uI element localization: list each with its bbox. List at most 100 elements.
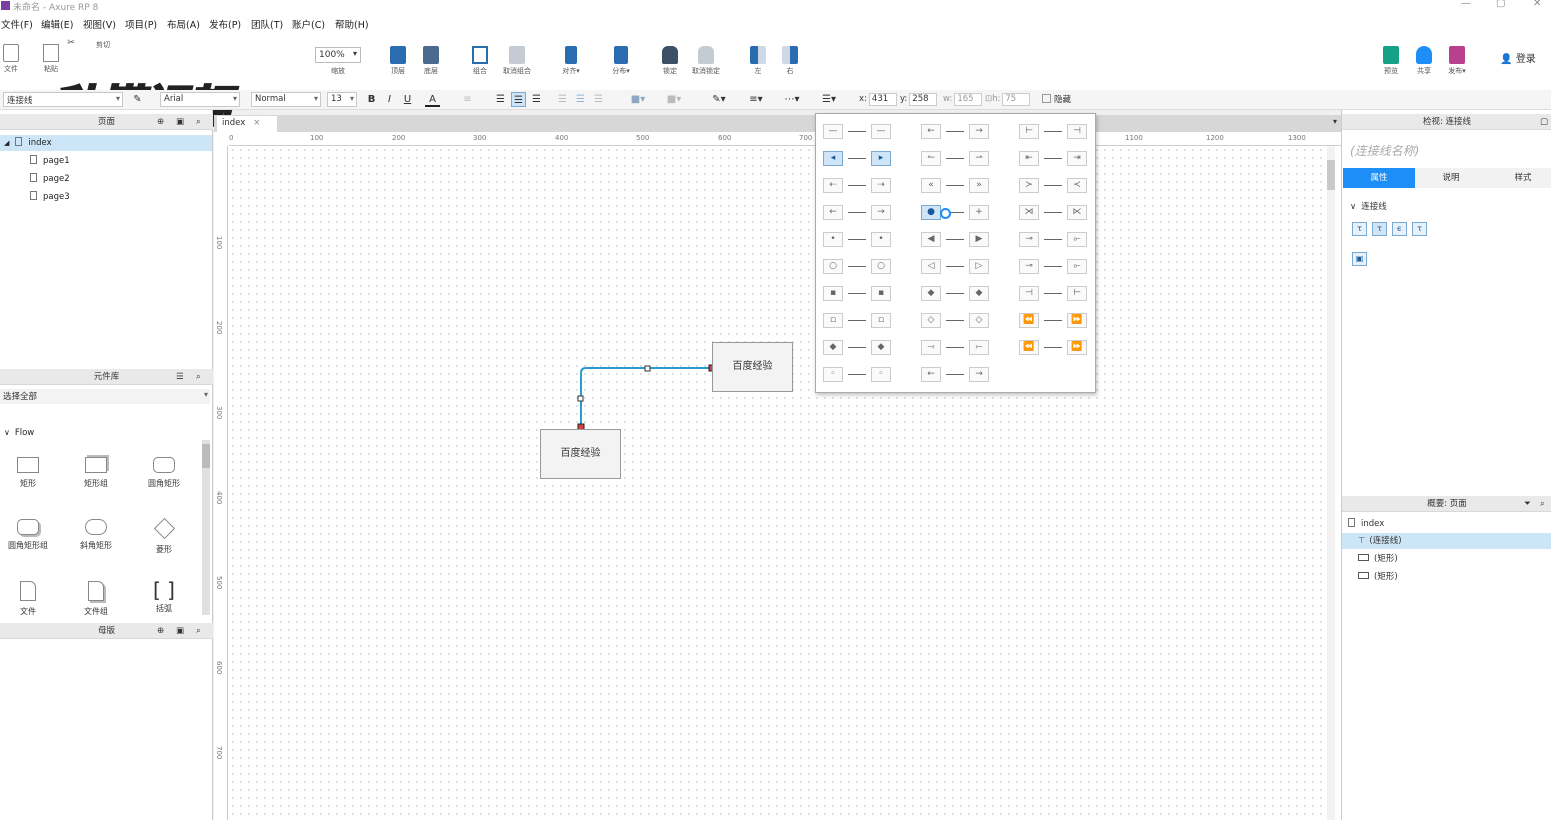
arrow-end-option[interactable]: ▸ — [871, 151, 891, 166]
connector-type-straight-icon[interactable]: τ — [1352, 222, 1367, 236]
arrow-start-option[interactable]: ⊸ — [1019, 232, 1039, 247]
rectangle-shape[interactable]: 百度经验 — [712, 342, 793, 392]
connector-type-other-icon[interactable]: τ — [1412, 222, 1427, 236]
connector-type-curve-icon[interactable]: ϵ — [1392, 222, 1407, 236]
arrow-line-preview — [1044, 347, 1062, 348]
arrow-end-option[interactable]: → — [969, 367, 989, 382]
arrow-start-option[interactable]: ▪ — [823, 286, 843, 301]
arrow-line-preview — [848, 374, 866, 375]
arrow-start-option[interactable]: ⏪ — [1019, 313, 1039, 328]
arrow-end-option[interactable]: → — [871, 205, 891, 220]
arrow-line-preview — [946, 158, 964, 159]
connector-icon: ⊤ — [1358, 536, 1366, 546]
arrow-line-preview — [848, 158, 866, 159]
arrow-start-option[interactable]: ≻ — [1019, 178, 1039, 193]
arrow-end-option[interactable]: ◆ — [871, 340, 891, 355]
arrow-start-option[interactable]: ⏪ — [1019, 340, 1039, 355]
rectangle-icon — [1358, 572, 1369, 579]
arrow-start-option[interactable]: ◆ — [823, 340, 843, 355]
arrow-start-option[interactable]: ← — [921, 367, 941, 382]
arrow-end-option[interactable]: ⟜ — [1067, 232, 1087, 247]
arrow-style-dropdown: — — ← → ⊢ ⊣ ◂ ▸ ↼ ⇀ ⇤ ⇥ ⇠ ⇢ « » ≻ ≺ ← → ● + ⋊ ⋉ • • ◀ ▶ ⊸ ⟜ ○ ○ ◁ ▷ ⊸ ⟜ ▪ ▪ ◆ ◆… — [815, 113, 1096, 393]
arrow-start-option[interactable]: ← — [921, 124, 941, 139]
rectangle-icon — [1358, 554, 1369, 561]
outline-item-rectangle[interactable]: (矩形) — [1342, 569, 1551, 585]
arrow-end-option[interactable]: ⊣ — [1067, 124, 1087, 139]
arrow-end-option[interactable]: — — [871, 124, 891, 139]
arrow-end-option[interactable]: ⇢ — [871, 178, 891, 193]
arrow-end-option[interactable]: » — [969, 178, 989, 193]
arrow-start-option[interactable]: — — [823, 124, 843, 139]
arrow-start-option[interactable]: ◆ — [921, 286, 941, 301]
arrow-end-option[interactable]: ⋉ — [1067, 205, 1087, 220]
arrow-line-preview — [1044, 185, 1062, 186]
arrow-end-option[interactable]: ⏩ — [1067, 313, 1087, 328]
arrow-end-option[interactable]: + — [969, 205, 989, 220]
filter-icon[interactable]: ⏷ — [1524, 496, 1531, 512]
arrow-start-option[interactable]: « — [921, 178, 941, 193]
outline-item-rectangle[interactable]: (矩形) — [1342, 551, 1551, 567]
rectangle-shape[interactable]: 百度经验 — [540, 429, 621, 479]
connector-midpoint-handle[interactable] — [577, 395, 584, 402]
connector-layer — [577, 364, 716, 431]
tab-notes[interactable]: 说明 — [1415, 168, 1487, 188]
arrow-end-option[interactable]: ⤚ — [969, 340, 989, 355]
arrow-end-option[interactable]: ▫ — [871, 313, 891, 328]
arrow-end-option[interactable]: ◇ — [969, 313, 989, 328]
arrow-end-option[interactable]: ⟜ — [1067, 259, 1087, 274]
arrow-end-option[interactable]: ▪ — [871, 286, 891, 301]
arrow-end-option[interactable]: ▶ — [969, 232, 989, 247]
tab-properties[interactable]: 属性 — [1343, 168, 1415, 188]
arrow-line-preview — [946, 347, 964, 348]
search-icon[interactable]: ⌕ — [1540, 496, 1545, 512]
arrow-start-option[interactable]: • — [823, 232, 843, 247]
arrow-end-option[interactable]: ⇥ — [1067, 151, 1087, 166]
arrow-line-preview — [946, 185, 964, 186]
tab-style[interactable]: 样式 — [1487, 168, 1551, 188]
arrow-end-option[interactable]: ▷ — [969, 259, 989, 274]
arrow-end-option[interactable]: → — [969, 124, 989, 139]
arrow-end-option[interactable]: ○ — [871, 259, 891, 274]
arrow-line-preview — [946, 131, 964, 132]
arrow-start-option[interactable]: ⋊ — [1019, 205, 1039, 220]
connector-line[interactable] — [580, 367, 712, 427]
arrow-end-option[interactable]: ⊢ — [1067, 286, 1087, 301]
arrow-start-option[interactable]: ↼ — [921, 151, 941, 166]
arrow-end-option[interactable]: ⏩ — [1067, 340, 1087, 355]
outline-root[interactable]: index — [1342, 516, 1551, 532]
connector-settings-icon[interactable]: ▣ — [1352, 252, 1367, 266]
arrow-line-preview — [848, 239, 866, 240]
arrow-end-option[interactable]: • — [871, 232, 891, 247]
arrow-start-option[interactable]: ◂ — [823, 151, 843, 166]
arrow-start-option[interactable]: ○ — [823, 259, 843, 274]
outline-item-connector[interactable]: ⊤ (连接线) — [1342, 533, 1551, 549]
arrow-end-option[interactable]: ◦ — [871, 367, 891, 382]
connector-type-elbow-icon[interactable]: τ — [1372, 222, 1387, 236]
connector-midpoint-handle[interactable] — [644, 365, 651, 372]
arrow-line-preview — [848, 212, 866, 213]
arrow-end-option[interactable]: ⇀ — [969, 151, 989, 166]
arrow-start-option[interactable]: ▫ — [823, 313, 843, 328]
arrow-start-option[interactable]: ⇠ — [823, 178, 843, 193]
arrow-end-option[interactable]: ◆ — [969, 286, 989, 301]
arrow-start-option[interactable]: ← — [823, 205, 843, 220]
connector-section[interactable]: ∨ 连接线 — [1350, 200, 1387, 212]
arrow-start-option[interactable]: ⊢ — [1019, 124, 1039, 139]
arrow-start-option[interactable]: ◇ — [921, 313, 941, 328]
arrow-line-preview — [946, 266, 964, 267]
arrow-line-preview — [1044, 293, 1062, 294]
arrow-start-option[interactable]: ◀ — [921, 232, 941, 247]
arrow-start-option[interactable]: ⊣ — [1019, 286, 1039, 301]
cursor-indicator-icon — [940, 208, 951, 219]
arrow-start-option[interactable]: ⇤ — [1019, 151, 1039, 166]
arrow-start-option[interactable]: ◦ — [823, 367, 843, 382]
connector-name-input[interactable]: (连接线名称) — [1350, 142, 1419, 159]
arrow-start-option[interactable]: ⤙ — [921, 340, 941, 355]
arrow-start-option[interactable]: ⊸ — [1019, 259, 1039, 274]
expand-icon[interactable]: ▢ — [1540, 114, 1548, 130]
outline-header: 概要: 页面 ⏷ ⌕ — [1342, 496, 1551, 512]
arrow-start-option[interactable]: ● — [921, 205, 941, 220]
arrow-line-preview — [946, 239, 964, 240]
arrow-end-option[interactable]: ≺ — [1067, 178, 1087, 193]
arrow-start-option[interactable]: ◁ — [921, 259, 941, 274]
